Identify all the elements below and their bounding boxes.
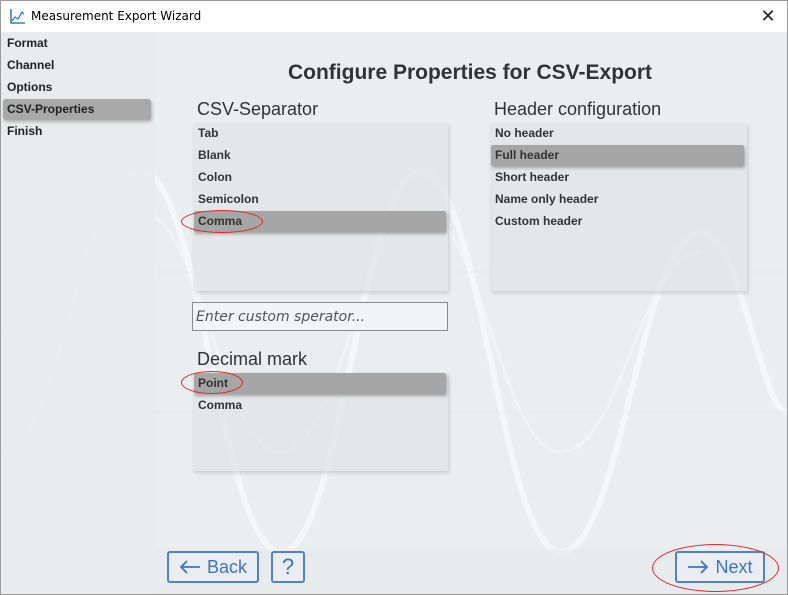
list-item-short-header[interactable]: Short header [491,167,747,188]
list-item-colon[interactable]: Colon [194,167,448,188]
list-item-custom-header[interactable]: Custom header [491,211,747,232]
back-button-label: Back [206,556,248,577]
chart-icon [10,9,25,24]
page-title: Configure Properties for CSV-Export [287,61,653,84]
list-item-tab[interactable]: Tab [194,123,448,144]
sidebar-item-label: Channel [7,58,55,72]
next-button-label: Next [715,556,753,577]
arrow-right-icon [688,560,709,574]
sidebar-item-finish[interactable]: Finish [3,121,151,142]
list-item-blank[interactable]: Blank [194,145,448,166]
decimal-mark-heading: Decimal mark [197,349,308,369]
sidebar-item-label: Format [7,36,48,50]
back-button[interactable]: Back [167,551,259,583]
header-configuration-list: No header Full header Short header Name … [491,123,747,291]
csv-separator-heading: CSV-Separator [197,99,319,119]
sidebar-item-label: Options [7,80,53,94]
close-icon: ✕ [760,6,776,26]
wizard-window: Measurement Export Wizard ✕ Format Chann… [0,0,788,595]
client-area: Format Channel Options CSV-Properties Fi… [1,32,787,594]
help-icon: ? [281,554,295,579]
decimal-mark-list: Point Comma [194,373,448,471]
sidebar-item-csv-properties[interactable]: CSV-Properties [3,99,151,120]
arrow-left-icon [179,560,200,574]
list-item-name-only-header[interactable]: Name only header [491,189,747,210]
close-button[interactable]: ✕ [757,5,779,27]
csv-separator-list: Tab Blank Colon Semicolon Comma [194,123,448,291]
sidebar-item-channel[interactable]: Channel [3,55,151,76]
sidebar-item-options[interactable]: Options [3,77,151,98]
sidebar-item-label: CSV-Properties [7,102,95,116]
help-button[interactable]: ? [271,551,305,583]
title-bar: Measurement Export Wizard ✕ [1,1,787,32]
custom-separator-input[interactable] [192,302,448,331]
list-item-point[interactable]: Point [194,373,446,394]
list-item-decimal-comma[interactable]: Comma [194,395,448,416]
sidebar: Format Channel Options CSV-Properties Fi… [1,32,155,594]
window-title: Measurement Export Wizard [31,9,202,23]
list-item-no-header[interactable]: No header [491,123,747,144]
sidebar-item-format[interactable]: Format [3,33,151,54]
sidebar-item-label: Finish [7,124,43,138]
list-item-full-header[interactable]: Full header [491,145,744,166]
header-configuration-heading: Header configuration [494,99,662,119]
next-button[interactable]: Next [675,551,765,583]
list-item-comma[interactable]: Comma [194,211,446,232]
list-item-semicolon[interactable]: Semicolon [194,189,448,210]
